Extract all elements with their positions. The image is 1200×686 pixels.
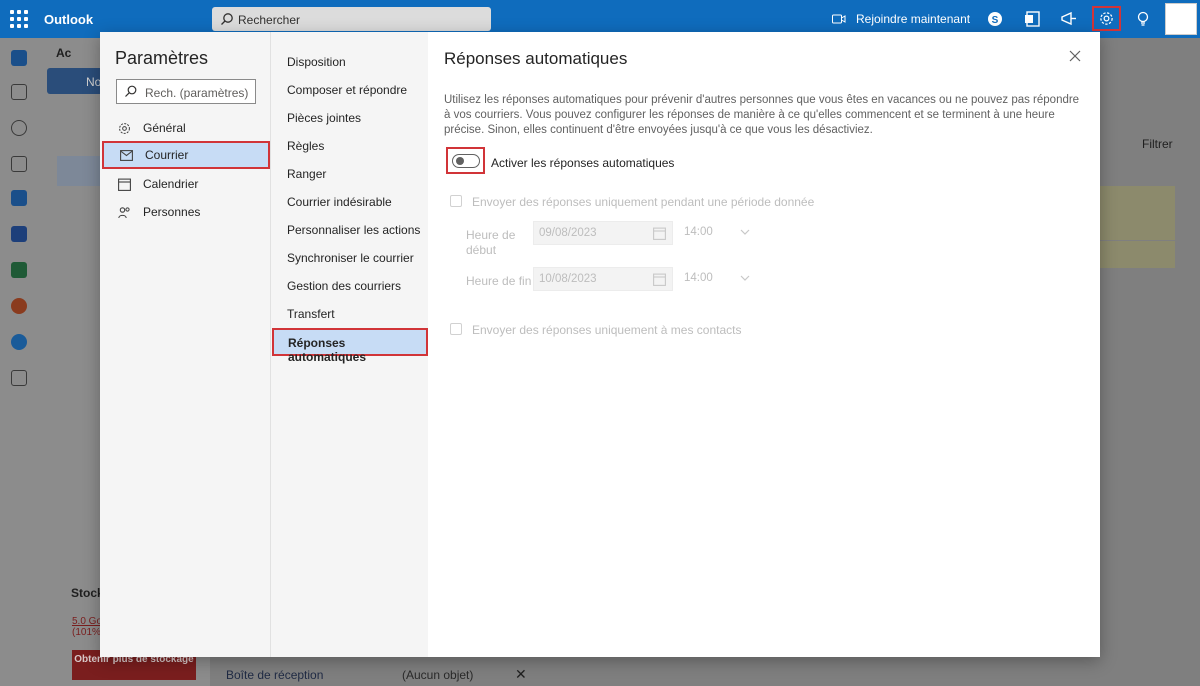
search-icon <box>125 85 137 97</box>
subcategory-compose-reply[interactable]: Composer et répondre <box>287 83 407 97</box>
calendar-icon <box>118 178 131 191</box>
automatic-replies-pane: Réponses automatiques Utilisez les répon… <box>428 32 1100 657</box>
contacts-only-checkbox[interactable] <box>450 323 462 335</box>
more-apps-icon[interactable] <box>11 370 27 386</box>
category-calendar-label: Calendrier <box>143 177 199 191</box>
calendar-icon <box>653 273 666 286</box>
todo-app-icon[interactable] <box>11 190 27 206</box>
filter-button[interactable]: Filtrer <box>1142 137 1173 151</box>
svg-text:S: S <box>992 15 999 26</box>
search-icon <box>221 13 233 25</box>
settings-categories-pane: Paramètres Rech. (paramètres) Général Co… <box>100 32 270 657</box>
people-app-icon[interactable] <box>11 120 27 136</box>
subcategory-message-handling[interactable]: Gestion des courriers <box>287 279 401 293</box>
storage-heading: Stock <box>71 586 104 600</box>
pinned-mail-row[interactable] <box>1100 241 1175 268</box>
mail-icon <box>120 149 133 161</box>
chevron-down-icon <box>740 275 750 281</box>
calendar-icon <box>653 227 666 240</box>
auto-reply-description: Utilisez les réponses automatiques pour … <box>444 94 1080 136</box>
end-time-value: 14:00 <box>684 272 713 284</box>
auto-reply-toggle-highlight[interactable] <box>446 147 485 174</box>
subcategory-customize-actions[interactable]: Personnaliser les actions <box>287 223 420 237</box>
end-time-dropdown[interactable]: 14:00 <box>680 267 750 291</box>
category-people[interactable]: Personnes <box>100 198 270 226</box>
auto-reply-toggle-label: Activer les réponses automatiques <box>491 156 675 170</box>
mail-subcategories-pane: Disposition Composer et répondre Pièces … <box>270 32 428 657</box>
close-icon[interactable] <box>1068 49 1082 63</box>
calendar-app-icon[interactable] <box>11 84 27 100</box>
category-people-label: Personnes <box>143 205 201 219</box>
chevron-down-icon <box>740 229 750 235</box>
lightbulb-icon[interactable] <box>1134 10 1152 28</box>
end-date-picker[interactable]: 10/08/2023 <box>533 267 673 291</box>
subcategory-forwarding[interactable]: Transfert <box>287 307 335 321</box>
mail-app-icon[interactable] <box>11 50 27 66</box>
subcategory-junk-mail[interactable]: Courrier indésirable <box>287 195 392 209</box>
gear-icon <box>119 122 130 134</box>
join-meeting-button[interactable]: Rejoindre maintenant <box>832 12 970 26</box>
megaphone-icon[interactable] <box>1060 10 1078 28</box>
end-time-label: Heure de fin <box>466 274 532 288</box>
settings-search-input[interactable]: Rech. (paramètres) <box>116 79 256 104</box>
category-mail-label: Courrier <box>145 148 189 162</box>
pinned-mail-row[interactable] <box>1100 213 1175 240</box>
onedrive-app-icon[interactable] <box>11 334 27 350</box>
avatar[interactable] <box>1165 3 1197 35</box>
subcategory-attachments[interactable]: Pièces jointes <box>287 111 361 125</box>
global-search-input[interactable]: Rechercher <box>212 7 491 31</box>
ribbon-tab[interactable]: Ac <box>56 46 71 60</box>
category-general[interactable]: Général <box>100 114 270 142</box>
gear-icon <box>1100 12 1113 25</box>
settings-search-placeholder: Rech. (paramètres) <box>145 86 249 100</box>
word-app-icon[interactable] <box>11 226 27 242</box>
settings-dialog: Paramètres Rech. (paramètres) Général Co… <box>100 32 1100 657</box>
subcategory-rules[interactable]: Règles <box>287 139 324 153</box>
global-search-placeholder: Rechercher <box>238 13 301 27</box>
contacts-only-checkbox-label: Envoyer des réponses uniquement à mes co… <box>472 323 742 337</box>
office-icon[interactable] <box>1024 10 1042 28</box>
powerpoint-app-icon[interactable] <box>11 298 27 314</box>
app-launcher-icon[interactable] <box>10 10 28 28</box>
subcategory-layout[interactable]: Disposition <box>287 55 346 69</box>
join-meeting-label: Rejoindre maintenant <box>856 12 971 26</box>
toggle-knob <box>456 157 464 165</box>
auto-reply-toggle[interactable] <box>452 154 480 168</box>
end-date-value: 10/08/2023 <box>539 273 597 285</box>
storage-usage[interactable]: 5.0 Go <box>72 616 102 627</box>
settings-title: Paramètres <box>115 48 209 68</box>
period-checkbox-label: Envoyer des réponses uniquement pendant … <box>472 195 815 209</box>
subcategory-sweep[interactable]: Ranger <box>287 167 326 181</box>
start-time-dropdown[interactable]: 14:00 <box>680 221 750 245</box>
draft-tab[interactable]: (Aucun objet) <box>402 668 473 682</box>
excel-app-icon[interactable] <box>11 262 27 278</box>
inbox-tab[interactable]: Boîte de réception <box>226 668 323 682</box>
start-date-value: 09/08/2023 <box>539 227 597 239</box>
people-icon <box>118 206 130 218</box>
app-name[interactable]: Outlook <box>44 12 93 27</box>
period-checkbox[interactable] <box>450 195 462 207</box>
pinned-mail-row[interactable] <box>1100 186 1175 213</box>
video-camera-icon <box>832 14 846 24</box>
app-rail <box>0 38 38 686</box>
category-calendar[interactable]: Calendrier <box>100 170 270 198</box>
start-time-label: Heure de début <box>466 228 516 257</box>
attachment-app-icon[interactable] <box>11 156 27 172</box>
start-date-picker[interactable]: 09/08/2023 <box>533 221 673 245</box>
category-general-label: Général <box>143 121 186 135</box>
subcategory-automatic-replies[interactable]: Réponses automatiques <box>272 328 428 364</box>
page-title: Réponses automatiques <box>444 49 628 68</box>
start-time-value: 14:00 <box>684 226 713 238</box>
skype-icon[interactable]: S <box>986 10 1004 28</box>
close-draft-icon[interactable]: ✕ <box>515 666 527 683</box>
settings-button[interactable] <box>1092 6 1121 31</box>
category-mail[interactable]: Courrier <box>102 141 270 169</box>
subcategory-sync-mail[interactable]: Synchroniser le courrier <box>287 251 414 265</box>
